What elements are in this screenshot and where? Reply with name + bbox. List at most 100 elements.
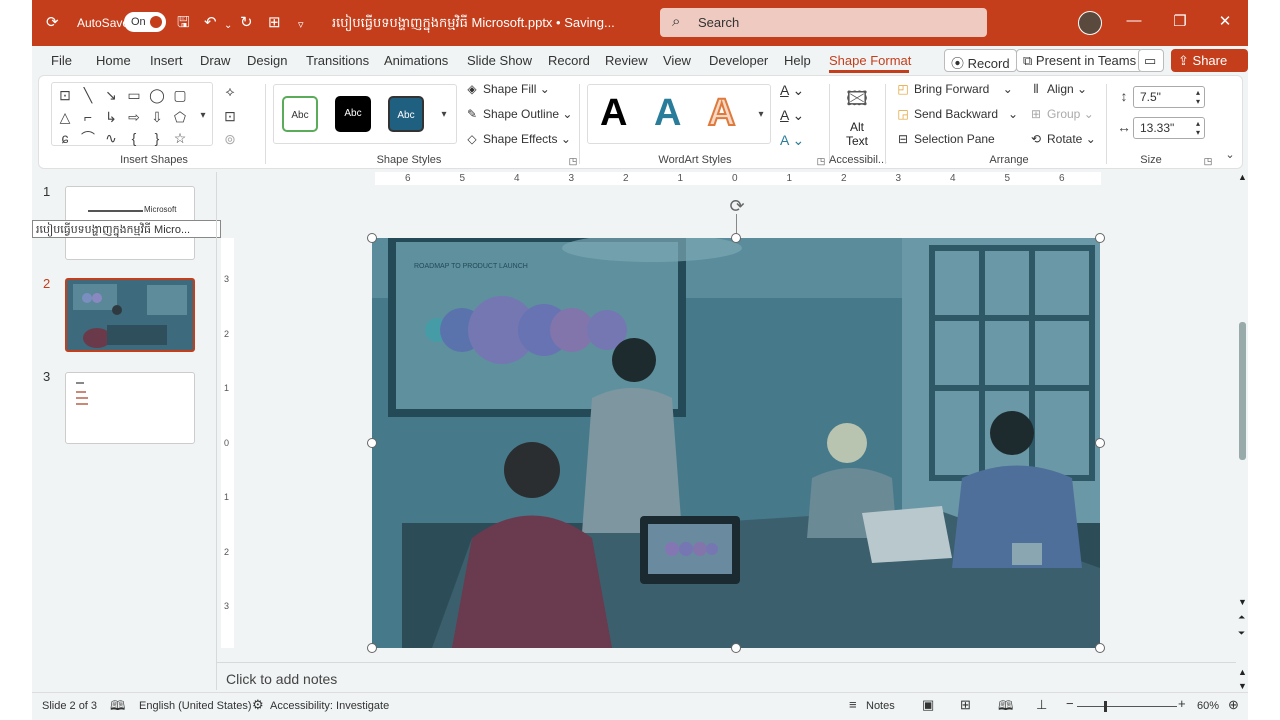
wordart-more-icon[interactable]: ▾ [752, 106, 770, 124]
rounded-rectangle-icon[interactable]: ▢ [171, 86, 189, 104]
autosave-toggle[interactable]: On [124, 12, 166, 32]
notes-scroll-down-icon[interactable]: ▼ [1238, 681, 1247, 691]
close-icon[interactable]: ✕ [1210, 12, 1240, 30]
height-field[interactable]: 7.5" ▴ ▾ [1133, 86, 1205, 108]
right-brace-icon[interactable]: } [148, 129, 166, 147]
left-brace-icon[interactable]: { [125, 129, 143, 147]
right-arrow-icon[interactable]: ⇨ [125, 108, 143, 126]
zoom-slider-thumb[interactable] [1104, 701, 1107, 712]
tab-animations[interactable]: Animations [384, 53, 448, 68]
tab-shape-format[interactable]: Shape Format [829, 53, 911, 68]
curve-icon[interactable]: ∿ [102, 129, 120, 147]
avatar[interactable] [1078, 11, 1102, 35]
notes-scroll-up-icon[interactable]: ▲ [1238, 667, 1247, 677]
spelling-icon[interactable]: 🕮 [110, 697, 125, 719]
vertical-scrollbar[interactable]: ▲ ▼ ⏶ ⏷ ▲ ▼ [1236, 172, 1248, 691]
scroll-down-icon[interactable]: ▼ [1238, 597, 1247, 607]
size-launcher-icon[interactable]: ◳ [1199, 152, 1217, 170]
elbow-arrow-icon[interactable]: ↳ [102, 108, 120, 126]
align-button[interactable]: ⫴ Align ⌄ [1028, 82, 1087, 97]
elbow-connector-icon[interactable]: ⌐ [79, 108, 97, 126]
resize-handle-bottom-right[interactable] [1095, 643, 1105, 653]
meeting-photo[interactable]: ROADMAP TO PRODUCT LAUNCH [372, 238, 1100, 648]
bring-forward-button[interactable]: ◰ Bring Forward ⌄ [895, 82, 1012, 96]
freeform-icon[interactable]: ɕ [56, 129, 74, 147]
edit-shape-icon[interactable]: ⟡ [221, 82, 239, 100]
tab-help[interactable]: Help [784, 53, 811, 68]
send-backward-button[interactable]: ◲ Send Backward ⌄ [895, 107, 1018, 121]
tab-view[interactable]: View [663, 53, 691, 68]
accessibility-status[interactable]: Accessibility: Investigate [270, 700, 389, 712]
snip-rectangle-icon[interactable]: ⬠ [171, 108, 189, 126]
zoom-slider[interactable] [1077, 706, 1177, 707]
slide-sorter-icon[interactable]: ⊞ [960, 697, 971, 713]
scrollbar-thumb[interactable] [1239, 322, 1246, 460]
width-field[interactable]: 13.33" ▴ ▾ [1133, 117, 1205, 139]
next-slide-icon[interactable]: ⏷ [1238, 628, 1245, 639]
scroll-up-icon[interactable]: ▲ [1238, 172, 1247, 182]
styles-more-icon[interactable]: ▾ [435, 106, 453, 124]
text-fill-button[interactable]: A ⌄ [780, 82, 804, 99]
undo-dropdown-icon[interactable]: ⌄ [224, 16, 232, 36]
undo-icon[interactable]: ↶ [204, 13, 217, 33]
shape-style-outline[interactable]: Abc [282, 96, 318, 132]
line-icon[interactable]: ╲ [79, 86, 97, 104]
shapes-more-icon[interactable]: ▾ [194, 107, 212, 125]
text-box-icon[interactable]: ⊡ [56, 86, 74, 104]
down-arrow-icon[interactable]: ⇩ [148, 108, 166, 126]
shape-fill-button[interactable]: ◈ Shape Fill ⌄ [464, 82, 549, 96]
alt-text-button[interactable]: 🖾 Alt Text [835, 84, 879, 148]
restore-icon[interactable]: ❐ [1165, 12, 1195, 30]
tab-draw[interactable]: Draw [200, 53, 230, 68]
slide-thumbnail-2[interactable] [65, 278, 195, 352]
resize-handle-left[interactable] [367, 438, 377, 448]
slide-canvas[interactable]: ROADMAP TO PRODUCT LAUNCH [372, 238, 1100, 648]
present-icon[interactable]: ⊞ [268, 13, 281, 33]
slide-show-icon[interactable]: ⊥ [1036, 697, 1047, 713]
zoom-out-icon[interactable]: − [1066, 696, 1074, 711]
wordart-orange[interactable]: A [707, 91, 736, 135]
rectangle-icon[interactable]: ▭ [125, 86, 143, 104]
wordart-blue[interactable]: A [654, 92, 681, 135]
tab-file[interactable]: File [51, 53, 72, 68]
shape-style-black[interactable]: Abc [335, 96, 371, 132]
height-spinner-icon[interactable]: ▴ ▾ [1196, 88, 1200, 106]
rotate-button[interactable]: ⟲ Rotate ⌄ [1028, 132, 1096, 146]
wordart-black[interactable]: A [600, 92, 627, 135]
tab-transitions[interactable]: Transitions [306, 53, 369, 68]
resize-handle-top[interactable] [731, 233, 741, 243]
star-icon[interactable]: ☆ [171, 129, 189, 147]
arrow-line-icon[interactable]: ↘ [102, 86, 120, 104]
arc-icon[interactable]: ⌒ [79, 129, 97, 147]
tab-developer[interactable]: Developer [709, 53, 768, 68]
present-in-teams-button[interactable]: ⧉ Present in Teams [1016, 49, 1144, 72]
comments-button[interactable]: ▭ [1138, 49, 1164, 72]
notes-toggle[interactable]: Notes [866, 700, 895, 712]
tab-home[interactable]: Home [96, 53, 131, 68]
rotate-handle-icon[interactable]: ⟳ [726, 196, 748, 216]
text-box-insert-icon[interactable]: ⊡ [221, 107, 239, 125]
text-effects-button[interactable]: A ⌄ [780, 132, 804, 149]
record-button[interactable]: ⦿ Record [944, 49, 1017, 72]
wordart-launcher-icon[interactable]: ◳ [812, 152, 830, 170]
tab-insert[interactable]: Insert [150, 53, 183, 68]
shape-style-blue[interactable]: Abc [388, 96, 424, 132]
triangle-icon[interactable]: △ [56, 108, 74, 126]
previous-slide-icon[interactable]: ⏶ [1238, 612, 1245, 623]
oval-icon[interactable]: ◯ [148, 86, 166, 104]
customize-toolbar-icon[interactable]: ▿ [298, 15, 304, 35]
save-icon[interactable]: 🖫 [177, 13, 190, 33]
collapse-ribbon-icon[interactable]: ⌄ [1221, 146, 1239, 164]
language-indicator[interactable]: English (United States) [139, 700, 252, 712]
tab-design[interactable]: Design [247, 53, 287, 68]
reading-view-icon[interactable]: 🕮 [998, 697, 1013, 719]
zoom-in-icon[interactable]: + [1178, 696, 1186, 711]
normal-view-icon[interactable]: ▣ [922, 697, 934, 713]
shape-effects-button[interactable]: ◇ Shape Effects ⌄ [464, 132, 571, 146]
zoom-level[interactable]: 60% [1197, 700, 1219, 712]
shape-outline-button[interactable]: ✎ Shape Outline ⌄ [464, 107, 572, 121]
resize-handle-top-right[interactable] [1095, 233, 1105, 243]
slide-thumbnail-3[interactable] [65, 372, 195, 444]
notes-pane[interactable]: Click to add notes [216, 662, 1236, 690]
tab-review[interactable]: Review [605, 53, 648, 68]
